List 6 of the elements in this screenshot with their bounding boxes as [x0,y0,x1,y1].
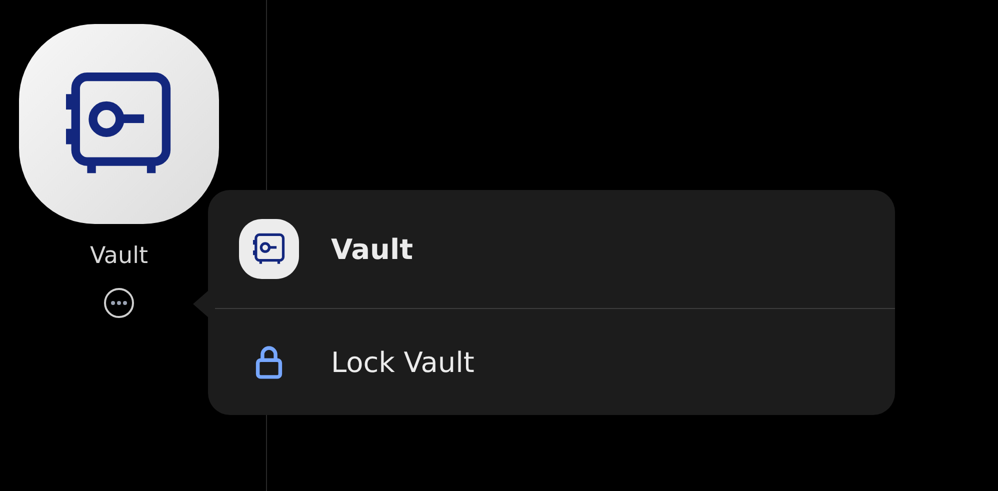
lock-icon [255,345,283,379]
menu-title: Vault [331,232,413,266]
safe-icon [253,233,285,265]
menu-item[interactable]: Lock Vault [331,346,474,378]
more-button[interactable] [104,288,134,318]
app-label: Vault [90,242,148,270]
